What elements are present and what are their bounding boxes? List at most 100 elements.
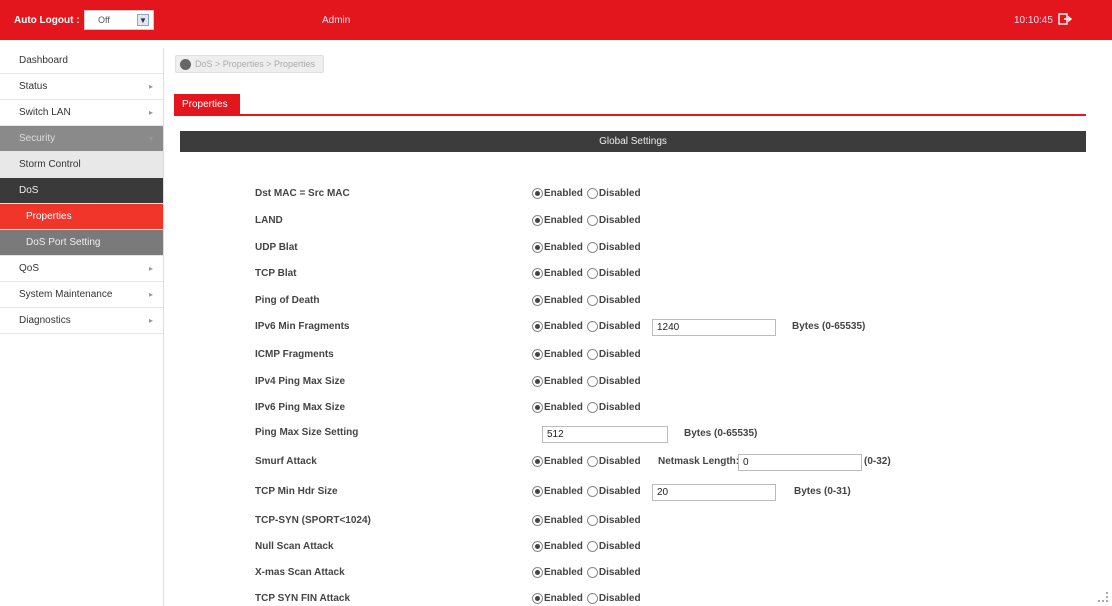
enabled-radio[interactable] xyxy=(532,376,543,387)
enable-toggle: Enabled Disabled xyxy=(532,295,641,306)
setting-label: TCP SYN FIN Attack xyxy=(255,593,351,604)
enabled-radio[interactable] xyxy=(532,486,543,497)
setting-label: ICMP Fragments xyxy=(255,349,334,360)
disabled-label: Disabled xyxy=(598,376,641,387)
enabled-radio[interactable] xyxy=(532,515,543,526)
enable-toggle: Enabled Disabled xyxy=(532,456,641,467)
disabled-label: Disabled xyxy=(598,486,641,497)
resize-grip[interactable] xyxy=(1098,592,1108,602)
disabled-radio[interactable] xyxy=(586,215,598,226)
disabled-radio[interactable] xyxy=(586,268,598,279)
ping-max-size-input[interactable]: 512 xyxy=(542,426,668,443)
enabled-label: Enabled xyxy=(544,188,583,199)
sidebar-item-dashboard[interactable]: Dashboard xyxy=(0,48,163,74)
auto-logout-select[interactable]: Off ▼ xyxy=(84,10,154,30)
enable-toggle: Enabled Disabled xyxy=(532,349,641,360)
disabled-radio[interactable] xyxy=(586,567,598,578)
enable-toggle: Enabled Disabled xyxy=(532,215,641,226)
disabled-radio[interactable] xyxy=(586,541,598,552)
disabled-radio[interactable] xyxy=(586,593,598,604)
clock: 10:10:45 xyxy=(1014,15,1053,26)
disabled-radio[interactable] xyxy=(586,349,598,360)
enabled-radio[interactable] xyxy=(532,402,543,413)
enabled-radio[interactable] xyxy=(532,593,543,604)
sidebar-item-storm-control[interactable]: Storm Control xyxy=(0,152,163,178)
sidebar-item-label: Switch LAN xyxy=(19,107,71,118)
chevron-down-icon: ▾ xyxy=(148,134,153,143)
disabled-radio[interactable] xyxy=(586,242,598,253)
enabled-label: Enabled xyxy=(544,567,583,578)
enable-toggle: Enabled Disabled xyxy=(532,402,641,413)
logout-icon[interactable] xyxy=(1058,12,1072,26)
tab-properties[interactable]: Properties xyxy=(174,94,240,116)
enabled-radio[interactable] xyxy=(532,242,543,253)
section-header: Global Settings xyxy=(180,131,1086,152)
setting-row: TCP Blat Enabled Disabled xyxy=(0,266,1112,284)
enabled-radio[interactable] xyxy=(532,456,543,467)
disabled-label: Disabled xyxy=(598,515,641,526)
sidebar-item-switch-lan[interactable]: Switch LAN ▸ xyxy=(0,100,163,126)
username: Admin xyxy=(322,15,351,26)
enabled-label: Enabled xyxy=(544,321,583,332)
enabled-radio[interactable] xyxy=(532,541,543,552)
chevron-right-icon: ▸ xyxy=(148,82,153,91)
enabled-label: Enabled xyxy=(544,215,583,226)
disabled-label: Disabled xyxy=(598,541,641,552)
enabled-radio[interactable] xyxy=(532,295,543,306)
enabled-label: Enabled xyxy=(544,541,583,552)
setting-row: LAND Enabled Disabled xyxy=(0,213,1112,231)
setting-row: Dst MAC = Src MAC Enabled Disabled xyxy=(0,186,1112,204)
sidebar-item-label: Security xyxy=(19,133,56,144)
enabled-radio[interactable] xyxy=(532,321,543,332)
enabled-label: Enabled xyxy=(544,486,583,497)
ping-max-size-unit: Bytes (0-65535) xyxy=(684,428,758,439)
enable-toggle: Enabled Disabled xyxy=(532,567,641,578)
disabled-radio[interactable] xyxy=(586,402,598,413)
disabled-label: Disabled xyxy=(598,321,641,332)
disabled-radio[interactable] xyxy=(586,295,598,306)
chevron-right-icon: ▸ xyxy=(148,108,153,117)
tcp-min-hdr-size-unit: Bytes (0-31) xyxy=(794,486,851,497)
home-icon[interactable] xyxy=(180,58,191,70)
enabled-radio[interactable] xyxy=(532,215,543,226)
disabled-radio[interactable] xyxy=(586,321,598,332)
enabled-label: Enabled xyxy=(544,376,583,387)
disabled-radio[interactable] xyxy=(586,376,598,387)
enabled-label: Enabled xyxy=(544,593,583,604)
tcp-min-hdr-size-input[interactable]: 20 xyxy=(652,484,776,501)
setting-row: Ping Max Size Setting 512 Bytes (0-65535… xyxy=(0,425,1112,443)
disabled-radio[interactable] xyxy=(586,188,598,199)
auto-logout-value: Off xyxy=(98,15,110,25)
setting-label: IPv6 Ping Max Size xyxy=(255,402,346,413)
netmask-length-unit: (0-32) xyxy=(864,456,891,467)
enabled-label: Enabled xyxy=(544,402,583,413)
enabled-label: Enabled xyxy=(544,349,583,360)
enabled-radio[interactable] xyxy=(532,349,543,360)
disabled-label: Disabled xyxy=(598,456,641,467)
setting-label: Smurf Attack xyxy=(255,456,317,467)
setting-row: TCP Min Hdr Size Enabled Disabled 20 Byt… xyxy=(0,484,1112,502)
enabled-radio[interactable] xyxy=(532,188,543,199)
enabled-label: Enabled xyxy=(544,515,583,526)
disabled-radio[interactable] xyxy=(586,486,598,497)
setting-label: LAND xyxy=(255,215,283,226)
disabled-radio[interactable] xyxy=(586,456,598,467)
setting-row: TCP-SYN (SPORT<1024) Enabled Disabled xyxy=(0,513,1112,531)
sidebar-item-status[interactable]: Status ▸ xyxy=(0,74,163,100)
disabled-label: Disabled xyxy=(598,593,641,604)
disabled-label: Disabled xyxy=(598,349,641,360)
setting-label: TCP Blat xyxy=(255,268,297,279)
enabled-radio[interactable] xyxy=(532,268,543,279)
netmask-length-input[interactable]: 0 xyxy=(738,454,862,471)
sidebar-item-security[interactable]: Security ▾ xyxy=(0,126,163,152)
setting-label: UDP Blat xyxy=(255,242,298,253)
enable-toggle: Enabled Disabled xyxy=(532,188,641,199)
setting-label: X-mas Scan Attack xyxy=(255,567,345,578)
setting-row: IPv4 Ping Max Size Enabled Disabled xyxy=(0,374,1112,392)
setting-row: Smurf Attack Enabled Disabled Netmask Le… xyxy=(0,454,1112,472)
ipv6-min-fragments-input[interactable]: 1240 xyxy=(652,319,776,336)
enabled-radio[interactable] xyxy=(532,567,543,578)
disabled-radio[interactable] xyxy=(586,515,598,526)
setting-label: Dst MAC = Src MAC xyxy=(255,188,350,199)
enabled-label: Enabled xyxy=(544,242,583,253)
